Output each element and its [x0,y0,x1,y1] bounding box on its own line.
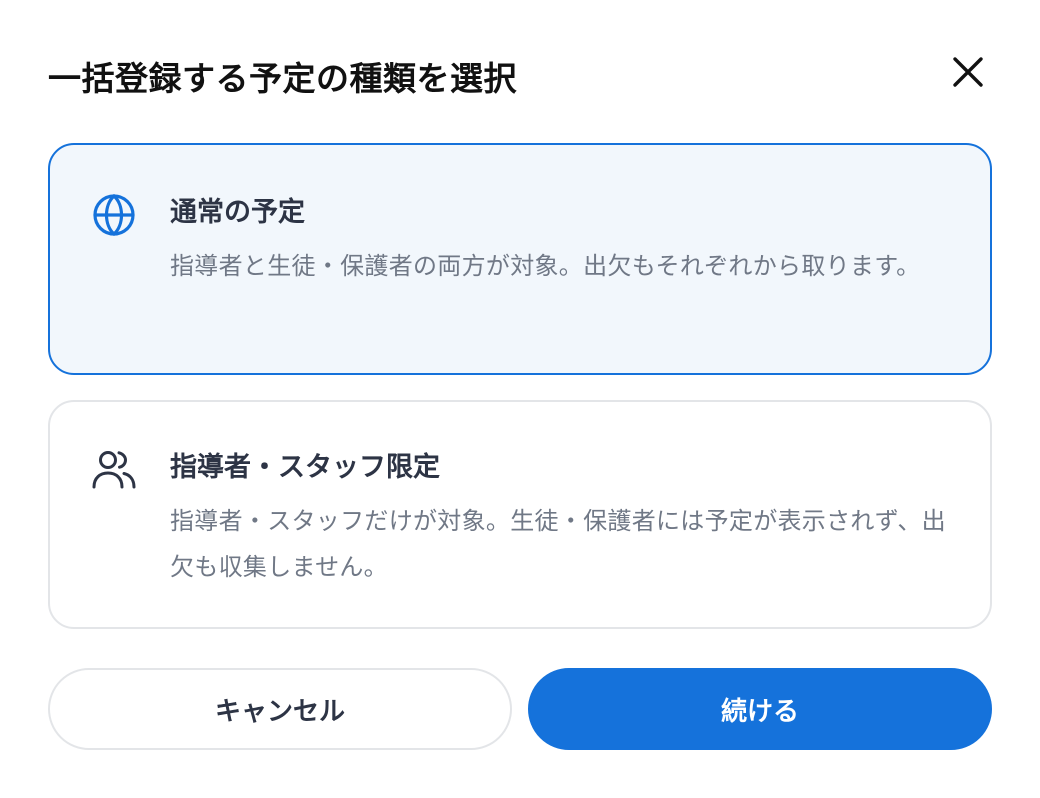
option-card-staff-only[interactable]: 指導者・スタッフ限定 指導者・スタッフだけが対象。生徒・保護者には予定が表示され… [48,400,992,629]
close-button[interactable] [944,48,992,96]
close-icon [953,57,983,87]
option-card-normal-event[interactable]: 通常の予定 指導者と生徒・保護者の両方が対象。出欠もそれぞれから取ります。 [48,143,992,375]
cancel-button[interactable]: キャンセル [48,668,512,750]
option-title: 通常の予定 [170,197,305,228]
dialog-title: 一括登録する予定の種類を選択 [48,59,517,98]
option-description: 指導者と生徒・保護者の両方が対象。出欠もそれぞれから取ります。 [170,252,921,280]
continue-button[interactable]: 続ける [528,668,992,750]
selection-dialog: 一括登録する予定の種類を選択 通常の予定 指導者と生徒・保護者の両方が対象。出欠… [0,0,1040,798]
option-title: 指導者・スタッフ限定 [170,452,440,483]
globe-icon [90,191,138,239]
option-description: 指導者・スタッフだけが対象。生徒・保護者には予定が表示されず、出欠も収集しません… [170,507,946,581]
users-icon [90,446,138,494]
